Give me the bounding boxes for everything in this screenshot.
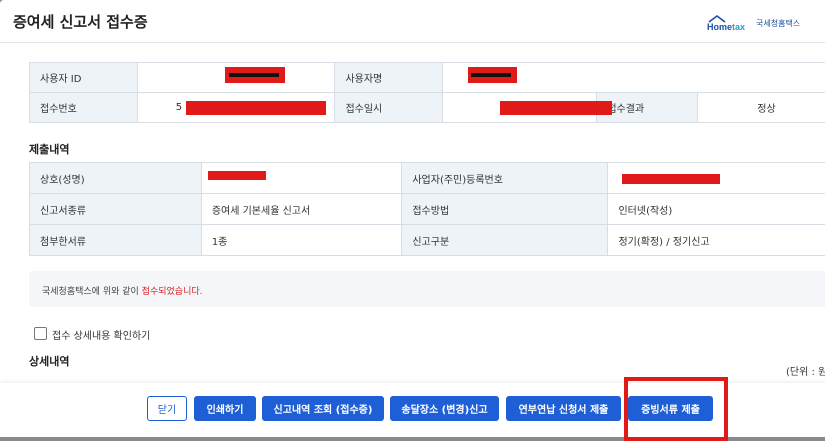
svg-text:Home: Home [707,22,732,32]
attachments-value: 1종 [200,224,403,256]
hometax-logo: Home tax 국세청홈택스 [705,13,815,33]
submit-method-value: 인터넷(작성) [607,193,825,225]
result-value: 정상 [696,92,825,123]
table-row: 신고서종류 증여세 기본세율 신고서 접수방법 인터넷(작성) [29,193,825,225]
redaction-company-name [208,171,266,180]
table-row: 사용자 ID 사용자명 [29,62,825,93]
submission-title: 제출내역 [29,143,70,156]
report-category-value: 정기(확정) / 정기신고 [607,224,825,256]
content-area: 사용자 ID 사용자명 접수번호 5 접수일시 접수결과 정상 제출내역 상호(… [0,43,825,383]
title-bar: 증여세 신고서 접수증 Home tax 국세청홈택스 [0,0,825,43]
close-button[interactable]: 닫기 [147,396,187,421]
redaction-user-id-line [229,73,279,77]
redaction-receipt-no [186,101,326,115]
registration-no-label: 사업자(주민)등록번호 [401,162,609,194]
attachments-label: 첨부한서류 [29,224,202,256]
report-category-label: 신고구분 [401,224,609,256]
installment-button[interactable]: 연부연납 신청서 제출 [506,396,621,421]
detail-checkbox-label[interactable]: 접수 상세내용 확인하기 [52,327,150,342]
report-type-value: 증여세 기본세율 신고서 [200,193,403,225]
notice-message: 국세청홈택스에 위와 같이 접수되었습니다. [42,284,203,297]
company-name-label: 상호(성명) [29,162,202,194]
unit-label: (단위 : 원) [786,367,825,378]
delivery-address-button[interactable]: 송달장소 (변경)신고 [390,396,499,421]
notice-prefix: 국세청홈택스에 위와 같이 [42,287,142,297]
print-button[interactable]: 인쇄하기 [194,396,256,421]
receipt-window: 증여세 신고서 접수증 Home tax 국세청홈택스 사용자 ID 사용자명 … [0,0,825,437]
history-button[interactable]: 신고내역 조회 (접수증) [262,396,384,421]
user-id-label: 사용자 ID [29,62,138,93]
table-row: 접수번호 5 접수일시 접수결과 정상 [29,92,825,123]
redaction-user-name-line [471,73,511,77]
receipt-no-prefix: 5 [175,102,183,113]
detail-title: 상세내역 [29,355,70,368]
receipt-no-label: 접수번호 [29,92,138,123]
receipt-info-table: 사용자 ID 사용자명 접수번호 5 접수일시 접수결과 정상 [29,62,825,123]
user-name-label: 사용자명 [334,62,443,93]
notice-highlight: 접수되었습니다. [141,287,203,297]
redaction-receipt-time [500,101,612,115]
receipt-time-label: 접수일시 [334,92,443,123]
logo-text: 국세청홈택스 [756,19,801,28]
table-row: 첨부한서류 1종 신고구분 정기(확정) / 정기신고 [29,224,825,256]
evidence-submit-button[interactable]: 증빙서류 제출 [628,396,713,421]
detail-checkbox[interactable] [34,327,47,340]
window-title: 증여세 신고서 접수증 [13,13,148,31]
submit-method-label: 접수방법 [401,193,609,225]
redaction-registration-no [622,174,720,184]
notice-box: 국세청홈택스에 위와 같이 접수되었습니다. [29,271,825,307]
svg-text:tax: tax [732,22,745,32]
button-bar: 닫기 인쇄하기 신고내역 조회 (접수증) 송달장소 (변경)신고 연부연납 신… [0,383,825,437]
hometax-logo-icon: Home tax [707,15,745,32]
report-type-label: 신고서종류 [29,193,202,225]
